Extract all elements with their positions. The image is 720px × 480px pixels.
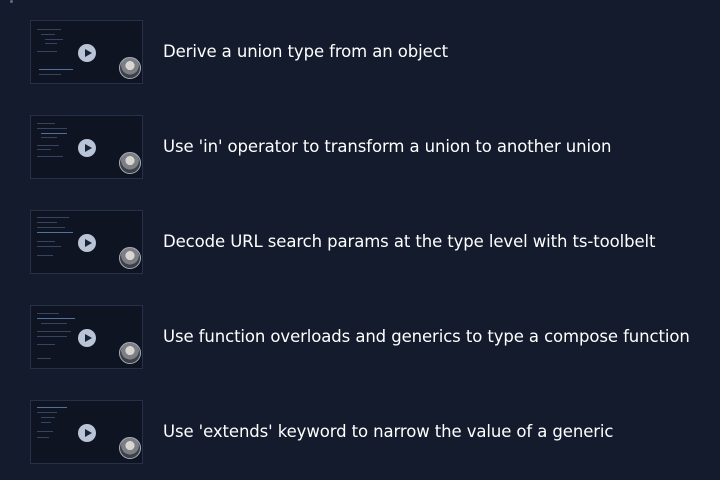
instructor-avatar [119, 152, 141, 174]
lesson-title[interactable]: Use 'extends' keyword to narrow the valu… [163, 422, 613, 442]
video-thumbnail[interactable] [30, 20, 143, 84]
play-icon[interactable] [78, 44, 96, 62]
video-thumbnail[interactable] [30, 305, 143, 369]
video-thumbnail[interactable] [30, 210, 143, 274]
play-icon[interactable] [78, 234, 96, 252]
lesson-page: Derive a union type from an object Use '… [0, 0, 720, 480]
lesson-item[interactable]: Use 'extends' keyword to narrow the valu… [30, 400, 720, 480]
play-icon[interactable] [78, 139, 96, 157]
lesson-title[interactable]: Use 'in' operator to transform a union t… [163, 137, 611, 157]
instructor-avatar [119, 437, 141, 459]
lesson-item[interactable]: Derive a union type from an object [30, 20, 720, 115]
decorative-dot [10, 0, 13, 3]
instructor-avatar [119, 57, 141, 79]
play-icon[interactable] [78, 329, 96, 347]
lesson-item[interactable]: Decode URL search params at the type lev… [30, 210, 720, 305]
lesson-title[interactable]: Decode URL search params at the type lev… [163, 232, 655, 252]
instructor-avatar [119, 247, 141, 269]
lesson-list: Derive a union type from an object Use '… [30, 20, 720, 480]
lesson-title[interactable]: Derive a union type from an object [163, 42, 448, 62]
lesson-item[interactable]: Use function overloads and generics to t… [30, 305, 720, 400]
lesson-item[interactable]: Use 'in' operator to transform a union t… [30, 115, 720, 210]
video-thumbnail[interactable] [30, 115, 143, 179]
play-icon[interactable] [78, 424, 96, 442]
video-thumbnail[interactable] [30, 400, 143, 464]
lesson-title[interactable]: Use function overloads and generics to t… [163, 327, 690, 347]
instructor-avatar [119, 342, 141, 364]
